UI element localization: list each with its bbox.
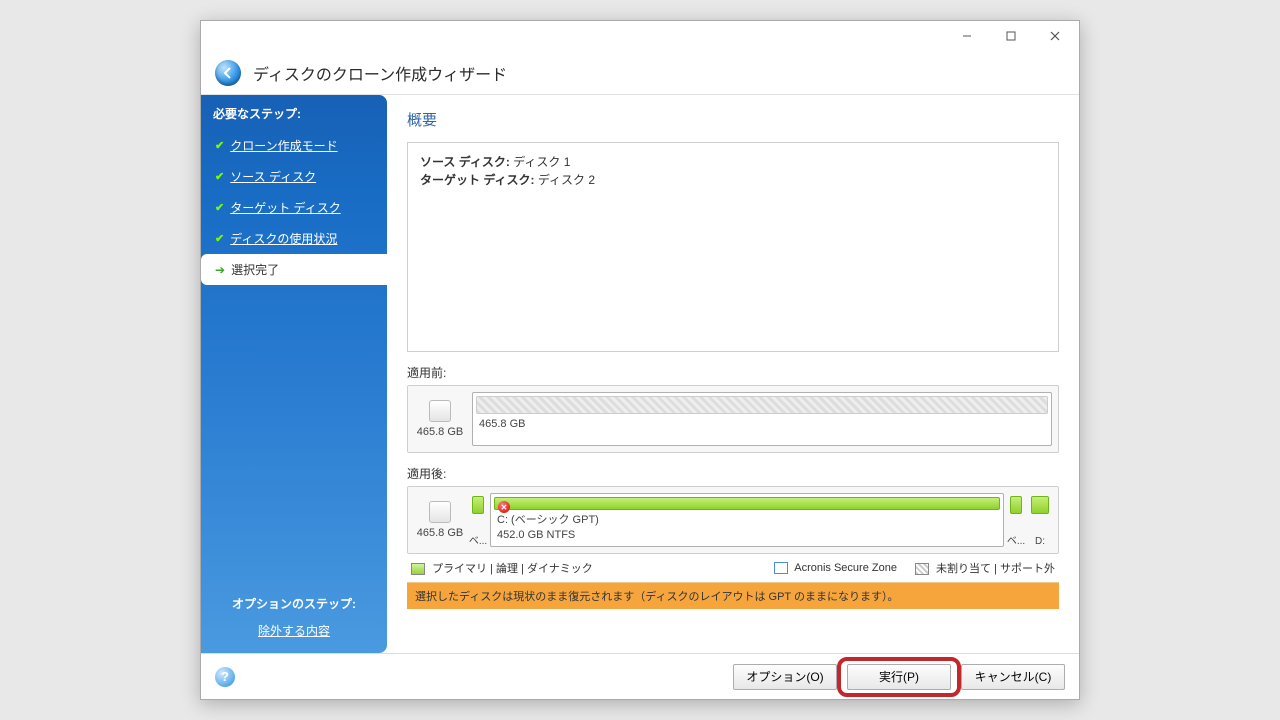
step-label: 選択完了 <box>231 261 279 278</box>
footer: ? オプション(O) 実行(P) キャンセル(C) <box>201 653 1079 699</box>
wizard-title: ディスクのクローン作成ウィザード <box>253 61 507 85</box>
step-link[interactable]: ディスクの使用状況 <box>230 230 337 247</box>
disk-size: 465.8 GB <box>417 426 463 438</box>
after-label: 適用後: <box>407 465 1059 482</box>
exclude-content-link[interactable]: 除外する内容 <box>258 624 330 638</box>
step-link[interactable]: ソース ディスク <box>230 168 316 185</box>
partition-bar <box>472 496 484 514</box>
partition-bar <box>1010 496 1022 514</box>
back-arrow-icon <box>221 66 235 80</box>
sidebar-step-clone-mode[interactable]: ✔ クローン作成モード <box>201 130 387 161</box>
minimize-icon <box>962 31 972 41</box>
close-button[interactable] <box>1033 22 1077 50</box>
error-icon: ✕ <box>498 501 510 513</box>
unallocated-bar <box>476 396 1048 414</box>
after-disk: 465.8 GB ベ... ✕ C: (ベーシック GPT) 452.0 GB … <box>407 486 1059 554</box>
partition-small-right2[interactable]: D: <box>1028 493 1052 547</box>
sidebar: 必要なステップ: ✔ クローン作成モード ✔ ソース ディスク ✔ ターゲット … <box>201 95 387 653</box>
wizard-window: ディスクのクローン作成ウィザード 必要なステップ: ✔ クローン作成モード ✔ … <box>200 20 1080 700</box>
cancel-button[interactable]: キャンセル(C) <box>961 664 1065 690</box>
check-icon: ✔ <box>215 201 224 214</box>
execute-button[interactable]: 実行(P) <box>847 664 951 690</box>
step-link[interactable]: ターゲット ディスク <box>230 199 341 216</box>
minimize-button[interactable] <box>945 22 989 50</box>
partition-small-right1[interactable]: ベ... <box>1007 493 1025 547</box>
check-icon: ✔ <box>215 139 224 152</box>
partition-label: ベ... <box>1007 532 1025 547</box>
asz-swatch <box>774 562 788 574</box>
check-icon: ✔ <box>215 170 224 183</box>
source-label: ソース ディスク: <box>420 155 510 169</box>
partition-label: D: <box>1035 536 1045 547</box>
sidebar-step-source-disk[interactable]: ✔ ソース ディスク <box>201 161 387 192</box>
legend-primary: プライマリ <box>432 563 487 575</box>
main-panel: 概要 ソース ディスク: ディスク 1 ターゲット ディスク: ディスク 2 適… <box>387 95 1079 653</box>
before-label: 適用前: <box>407 364 1059 381</box>
disk-icon-col: 465.8 GB <box>414 392 466 446</box>
maximize-button[interactable] <box>989 22 1033 50</box>
required-steps-heading: 必要なステップ: <box>201 95 387 130</box>
wizard-header: ディスクのクローン作成ウィザード <box>201 51 1079 95</box>
summary-box: ソース ディスク: ディスク 1 ターゲット ディスク: ディスク 2 <box>407 142 1059 352</box>
close-icon <box>1050 31 1060 41</box>
check-icon: ✔ <box>215 232 224 245</box>
arrow-right-icon: ➔ <box>215 263 225 277</box>
sidebar-step-disk-usage[interactable]: ✔ ディスクの使用状況 <box>201 223 387 254</box>
target-label: ターゲット ディスク: <box>420 173 535 187</box>
steps-list: ✔ クローン作成モード ✔ ソース ディスク ✔ ターゲット ディスク ✔ ディ… <box>201 130 387 285</box>
legend-logical: 論理 <box>496 563 518 575</box>
before-disk: 465.8 GB 465.8 GB <box>407 385 1059 453</box>
partition-bar <box>1031 496 1049 514</box>
titlebar <box>201 21 1079 51</box>
disk-size: 465.8 GB <box>417 527 463 539</box>
hdd-icon <box>429 400 451 422</box>
optional-steps-heading: オプションのステップ: <box>215 595 373 612</box>
partition-label: ベ... <box>469 532 487 547</box>
legend-dynamic: ダイナミック <box>527 563 593 575</box>
execute-highlight: 実行(P) <box>847 664 951 690</box>
sidebar-step-target-disk[interactable]: ✔ ターゲット ディスク <box>201 192 387 223</box>
partition-size: 465.8 GB <box>473 417 1051 435</box>
sidebar-step-finish[interactable]: ➔ 選択完了 <box>201 254 388 285</box>
partition-name: C: (ベーシック GPT) <box>497 513 997 527</box>
wizard-body: 必要なステップ: ✔ クローン作成モード ✔ ソース ディスク ✔ ターゲット … <box>201 95 1079 653</box>
unalloc-swatch <box>915 563 929 575</box>
page-title: 概要 <box>407 109 1059 130</box>
help-button[interactable]: ? <box>215 667 235 687</box>
legend: プライマリ | 論理 | ダイナミック Acronis Secure Zone … <box>407 554 1059 583</box>
legend-unsupported: サポート外 <box>1000 563 1055 575</box>
warning-bar: 選択したディスクは現状のまま復元されます（ディスクのレイアウトは GPT のまま… <box>407 583 1059 609</box>
sidebar-bottom: オプションのステップ: 除外する内容 <box>201 581 387 653</box>
step-link[interactable]: クローン作成モード <box>230 137 337 154</box>
partition-sub: 452.0 GB NTFS <box>497 528 997 542</box>
legend-asz: Acronis Secure Zone <box>794 562 897 574</box>
disk-icon-col: 465.8 GB <box>414 493 466 547</box>
back-button[interactable] <box>215 60 241 86</box>
target-value: ディスク 2 <box>538 173 595 187</box>
maximize-icon <box>1006 31 1016 41</box>
partition-main[interactable]: ✕ C: (ベーシック GPT) 452.0 GB NTFS <box>490 493 1004 547</box>
source-value: ディスク 1 <box>513 155 570 169</box>
options-button[interactable]: オプション(O) <box>733 664 837 690</box>
primary-swatch <box>411 563 425 575</box>
legend-unalloc: 未割り当て <box>936 563 991 575</box>
partition-before[interactable]: 465.8 GB <box>472 392 1052 446</box>
partition-small-left[interactable]: ベ... <box>469 493 487 547</box>
partition-bar: ✕ <box>494 497 1000 510</box>
hdd-icon <box>429 501 451 523</box>
